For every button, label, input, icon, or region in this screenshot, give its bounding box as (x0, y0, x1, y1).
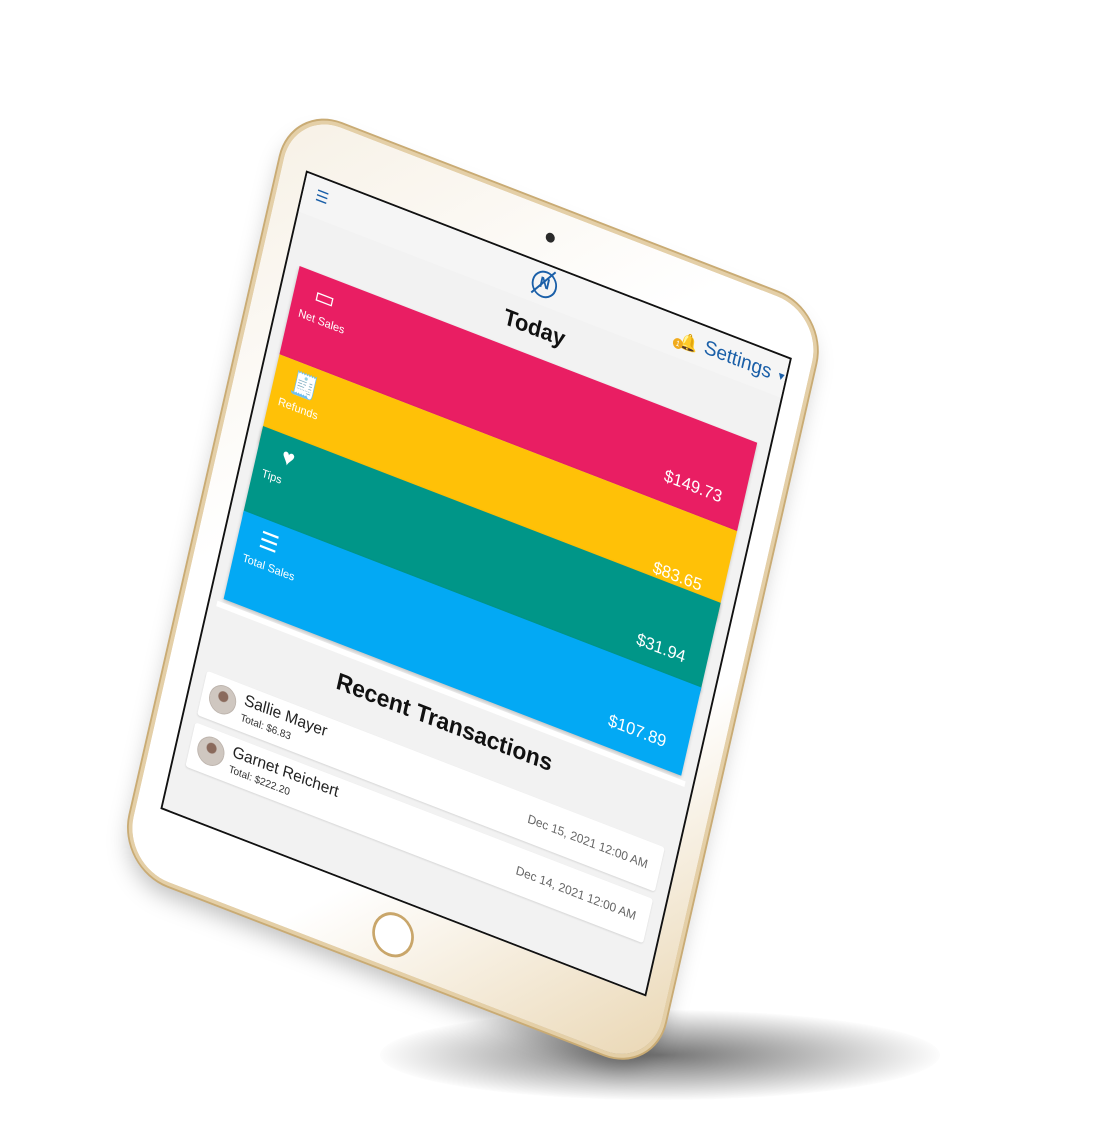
home-button[interactable] (367, 905, 419, 964)
chevron-down-icon: ▼ (775, 369, 788, 385)
card-label: Tips (260, 466, 284, 487)
card-value: $107.89 (606, 710, 669, 752)
app-logo: N (529, 266, 560, 303)
product-mockup: ☰ N 🔔 1 Settings▼ Today ▭ Net Sales $149… (0, 0, 1120, 1125)
camera-dot (544, 231, 556, 244)
card-value: $31.94 (634, 629, 688, 667)
settings-label: Settings (702, 336, 774, 384)
avatar (194, 732, 228, 771)
hamburger-menu-icon[interactable]: ☰ (304, 175, 339, 222)
tablet: ☰ N 🔔 1 Settings▼ Today ▭ Net Sales $149… (122, 110, 824, 1069)
avatar (206, 680, 239, 719)
card-value: $149.73 (662, 465, 724, 507)
app-screen: ☰ N 🔔 1 Settings▼ Today ▭ Net Sales $149… (160, 170, 792, 997)
tablet-frame: ☰ N 🔔 1 Settings▼ Today ▭ Net Sales $149… (122, 110, 824, 1069)
